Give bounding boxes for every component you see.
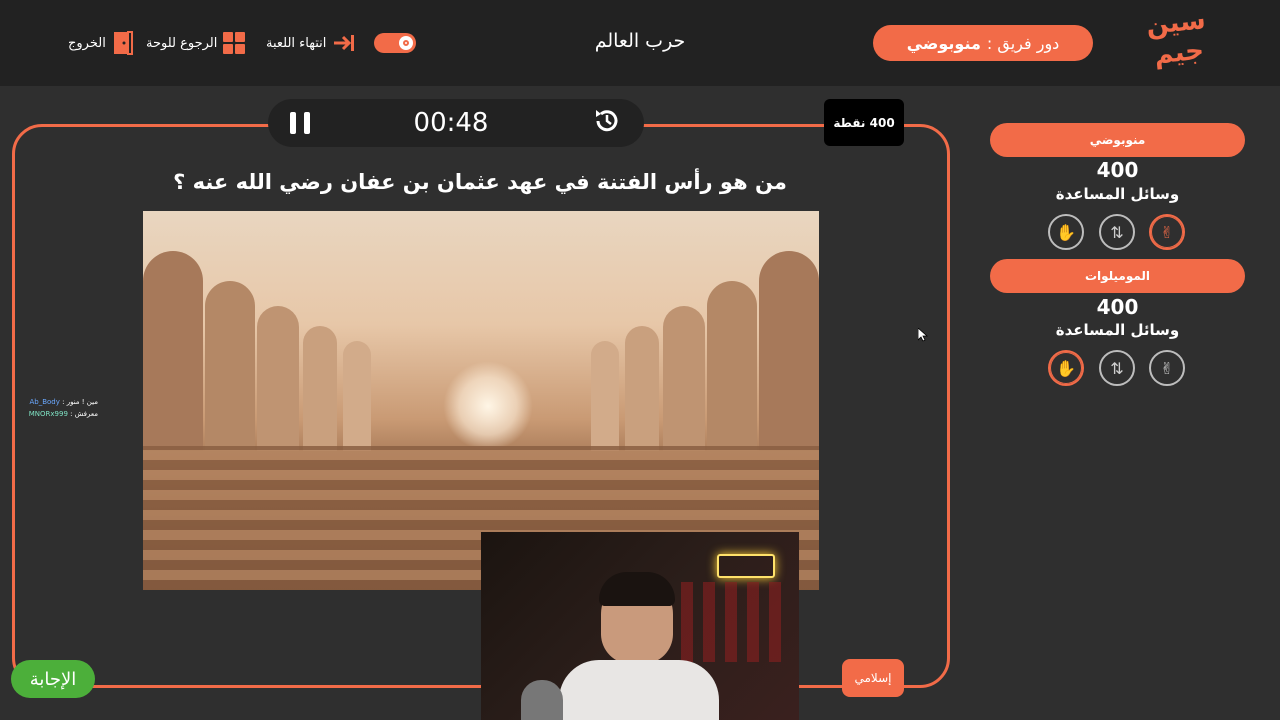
team-1-score: 400	[1096, 158, 1139, 182]
timer-bar: 00:48	[268, 99, 644, 147]
app-logo: سين جيم	[1139, 4, 1218, 81]
chat-message: مين ! منور :	[62, 398, 98, 406]
turn-label: دور فريق :	[986, 33, 1060, 53]
two-way-icon[interactable]: ⇅	[1099, 214, 1135, 250]
exit-label: الخروج	[68, 35, 106, 51]
streamer	[559, 572, 719, 720]
pause-icon[interactable]	[290, 112, 310, 134]
two-way-icon[interactable]: ⇅	[1099, 350, 1135, 386]
peace-hand-icon[interactable]: ✌	[1149, 350, 1185, 386]
team-2-aids-label: وسائل المساعدة	[1055, 321, 1180, 339]
team-1-name: منوبوضي	[990, 123, 1245, 157]
neon-sign	[717, 554, 775, 578]
chat-message: معرفش :	[70, 410, 98, 418]
team-2-name: الموميلوات	[990, 259, 1245, 293]
question-text: من هو رأس الفتنة في عهد عثمان بن عفان رض…	[173, 170, 787, 194]
hand-icon[interactable]: ✋	[1048, 350, 1084, 386]
back-to-board-label: الرجوع للوحة	[146, 35, 218, 51]
chat-line: معرفش : MNORx999	[2, 408, 98, 420]
chat-username: MNORx999	[28, 410, 68, 418]
end-game-toggle[interactable]	[374, 33, 416, 53]
grid-icon	[223, 32, 246, 54]
turn-team-name: منوبوضي	[906, 33, 981, 53]
webcam-overlay	[481, 532, 799, 720]
door-exit-icon	[112, 31, 134, 55]
team-turn-indicator: دور فريق : منوبوضي	[873, 25, 1093, 61]
peace-hand-icon[interactable]: ✌	[1149, 214, 1185, 250]
history-icon[interactable]	[592, 106, 622, 140]
end-game-label: انتهاء اللعبة	[266, 35, 327, 51]
chat-overlay: مين ! منور : Ab_Body معرفش : MNORx999	[2, 396, 98, 420]
logo-line-2: جيم	[1152, 35, 1206, 71]
team-1-aids-label: وسائل المساعدة	[1055, 185, 1180, 203]
hand-icon[interactable]: ✋	[1048, 214, 1084, 250]
category-button[interactable]: إسلامي	[842, 659, 904, 697]
top-bar: سين جيم دور فريق : منوبوضي حرب العالم ان…	[0, 0, 1280, 86]
team-2-score: 400	[1096, 295, 1139, 319]
exit-button[interactable]: الخروج	[68, 30, 134, 56]
toggle-knob	[399, 36, 413, 50]
chat-line: مين ! منور : Ab_Body	[2, 396, 98, 408]
answer-button[interactable]: الإجابة	[11, 660, 95, 698]
mouse-cursor	[917, 327, 929, 346]
chat-username: Ab_Body	[29, 398, 60, 406]
arrow-right-to-bar-icon	[332, 33, 356, 53]
game-title: حرب العالم	[594, 30, 686, 52]
end-game-button[interactable]: انتهاء اللعبة	[266, 30, 356, 56]
question-points-badge: 400 نقطة	[824, 99, 904, 146]
timer-value: 00:48	[413, 108, 489, 138]
back-to-board-button[interactable]: الرجوع للوحة	[146, 30, 246, 56]
microphone	[521, 680, 563, 720]
